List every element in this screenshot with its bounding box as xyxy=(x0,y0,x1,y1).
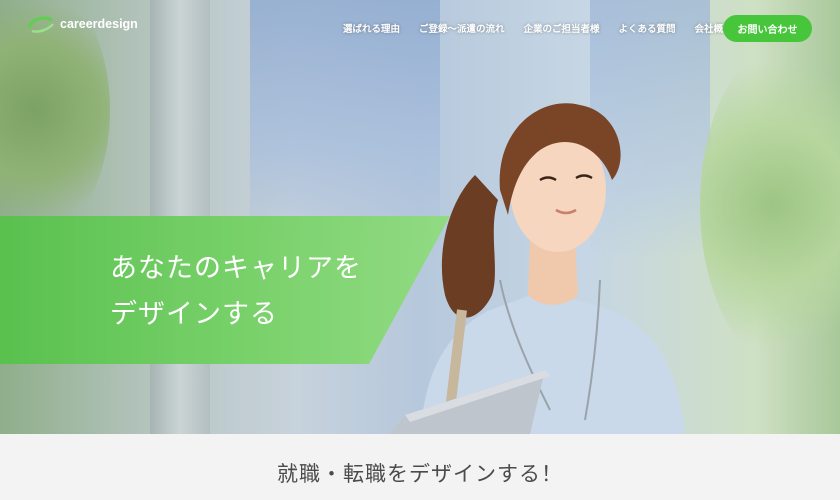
logo-text: careerdesign xyxy=(60,17,138,31)
contact-button[interactable]: お問い合わせ xyxy=(723,15,812,42)
site-header: careerdesign 選ばれる理由 ご登録～派遣の流れ 企業のご担当者様 よ… xyxy=(0,0,840,58)
background-tree-right xyxy=(700,40,840,370)
hero: あなたのキャリアを デザインする careerdesign 選ばれる理由 ご登録… xyxy=(0,0,840,434)
hero-headline-line1: あなたのキャリアを xyxy=(110,253,362,284)
hero-headline: あなたのキャリアを デザインする xyxy=(110,246,362,338)
logo[interactable]: careerdesign xyxy=(26,14,138,34)
nav-registration-flow[interactable]: ご登録～派遣の流れ xyxy=(419,21,505,35)
nav-for-companies[interactable]: 企業のご担当者様 xyxy=(524,21,600,35)
main-nav: 選ばれる理由 ご登録～派遣の流れ 企業のご担当者様 よくある質問 会社概要 xyxy=(343,21,752,35)
logo-mark-icon xyxy=(27,16,54,33)
section-title: 就職・転職をデザインする！ xyxy=(277,462,563,486)
nav-faq[interactable]: よくある質問 xyxy=(619,21,676,35)
intro-section: 就職・転職をデザインする！ xyxy=(0,434,840,500)
nav-reasons[interactable]: 選ばれる理由 xyxy=(343,21,400,35)
woman-photo xyxy=(390,103,685,434)
hero-headline-line2: デザインする xyxy=(110,299,278,330)
